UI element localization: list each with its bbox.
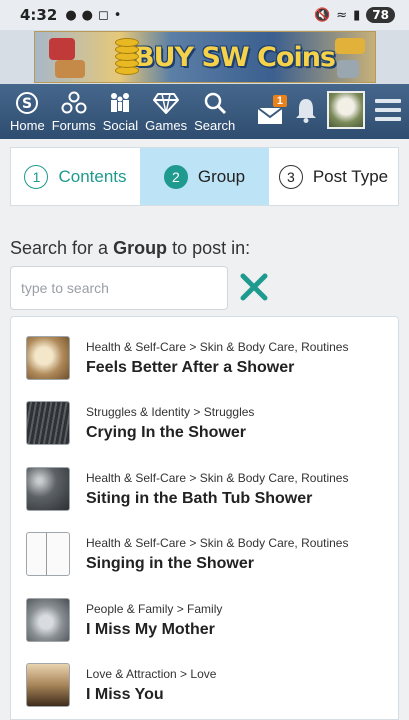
result-title: I Miss My Mother	[86, 620, 215, 638]
nav-search[interactable]: Search	[194, 90, 235, 133]
forums-icon	[61, 91, 87, 114]
step-label: Contents	[58, 166, 127, 186]
result-item[interactable]: Struggles & Identity > Struggles Crying …	[26, 395, 386, 451]
home-s-icon: S	[16, 92, 39, 114]
status-bar: 4:32 ● ● ◻ • 🔇 ≈ ▮ 78	[0, 0, 409, 30]
notification-icons: ● ● ◻ •	[65, 8, 121, 23]
hamburger-line	[375, 117, 401, 121]
prompt-prefix: Search for a	[10, 238, 114, 258]
result-thumbnail	[26, 467, 70, 511]
result-category: Health & Self-Care > Skin & Body Care, R…	[86, 535, 349, 550]
step-label: Post Type	[312, 166, 389, 186]
mail-badge: 1	[272, 95, 287, 107]
search-results: Health & Self-Care > Skin & Body Care, R…	[10, 316, 399, 720]
nav-social-label: Social	[102, 118, 139, 133]
step-number: 3	[278, 164, 303, 189]
step-contents[interactable]: 1 Contents	[11, 148, 140, 205]
ad-banner[interactable]: BUY SW Coins	[0, 30, 409, 84]
result-thumbnail	[26, 401, 70, 445]
avatar[interactable]	[327, 91, 365, 129]
bell-icon[interactable]	[295, 97, 317, 123]
main-nav: S Home Forums Social Games Search 1	[0, 84, 409, 139]
result-item[interactable]: Health & Self-Care > Skin & Body Care, R…	[26, 461, 386, 517]
heart-decoration	[48, 38, 75, 60]
step-number: 2	[163, 164, 188, 189]
prompt-suffix: to post in:	[167, 238, 251, 258]
result-title: Singing in the Shower	[86, 554, 254, 572]
result-title: Feels Better After a Shower	[86, 358, 295, 376]
step-group[interactable]: 2 Group	[140, 148, 269, 205]
result-category: Love & Attraction > Love	[86, 666, 217, 681]
cat-decoration	[336, 60, 359, 78]
result-title: Crying In the Shower	[86, 423, 247, 441]
result-category: Struggles & Identity > Struggles	[86, 404, 255, 419]
step-post-type[interactable]: 3 Post Type	[269, 148, 398, 205]
instagram-icon: ◻	[98, 7, 109, 23]
snapchat-icon: ●	[81, 7, 93, 23]
result-title: Siting in the Bath Tub Shower	[86, 489, 313, 507]
car-decoration	[334, 38, 365, 54]
result-item[interactable]: Love & Attraction > Love I Miss You	[26, 657, 386, 713]
teddy-decoration	[54, 60, 85, 78]
nav-social[interactable]: Social	[103, 90, 138, 133]
nav-forums[interactable]: Forums	[52, 90, 96, 133]
nav-home[interactable]: S Home	[10, 90, 45, 133]
nav-games-label: Games	[145, 118, 188, 133]
post-steps: 1 Contents 2 Group 3 Post Type	[10, 147, 399, 206]
hamburger-line	[375, 99, 401, 103]
signal-icon: ▮	[353, 7, 361, 23]
nav-forums-label: Forums	[51, 118, 96, 133]
mail-icon	[257, 107, 283, 124]
result-thumbnail	[26, 336, 70, 380]
mute-icon: 🔇	[314, 7, 331, 23]
social-icon	[111, 93, 130, 112]
battery-indicator: 78	[366, 7, 395, 23]
prompt-bold: Group	[113, 238, 168, 258]
diamond-icon	[153, 93, 180, 114]
result-category: Health & Self-Care > Skin & Body Care, R…	[86, 470, 349, 485]
hamburger-line	[375, 108, 401, 112]
dot-icon: •	[113, 7, 122, 23]
messages-button[interactable]: 1	[257, 95, 287, 125]
result-item[interactable]: Health & Self-Care > Skin & Body Care, R…	[26, 330, 386, 386]
result-category: Health & Self-Care > Skin & Body Care, R…	[86, 339, 349, 354]
step-label: Group	[197, 166, 246, 186]
nav-home-label: Home	[10, 118, 45, 133]
coins-icon	[105, 38, 151, 78]
step-number: 1	[24, 164, 49, 189]
result-thumbnail	[26, 532, 70, 576]
result-item[interactable]: Health & Self-Care > Skin & Body Care, R…	[26, 526, 386, 582]
clear-search-icon[interactable]	[240, 273, 268, 301]
result-thumbnail	[26, 663, 70, 707]
result-item[interactable]: People & Family > Family I Miss My Mothe…	[26, 592, 386, 648]
search-prompt: Search for a Group to post in:	[10, 238, 250, 259]
nav-games[interactable]: Games	[145, 90, 187, 133]
buy-coins-banner[interactable]: BUY SW Coins	[33, 31, 376, 83]
group-search-input[interactable]	[10, 266, 228, 310]
banner-text: BUY SW Coins	[134, 41, 336, 73]
menu-button[interactable]	[375, 99, 401, 121]
wifi-icon: ≈	[336, 7, 348, 23]
result-category: People & Family > Family	[86, 601, 223, 616]
result-thumbnail	[26, 598, 70, 642]
svg-text:S: S	[22, 96, 32, 112]
result-title: I Miss You	[86, 685, 164, 703]
nav-search-label: Search	[194, 118, 236, 133]
snapchat-icon: ●	[65, 7, 77, 23]
status-time: 4:32	[20, 6, 58, 24]
search-icon	[204, 92, 226, 115]
